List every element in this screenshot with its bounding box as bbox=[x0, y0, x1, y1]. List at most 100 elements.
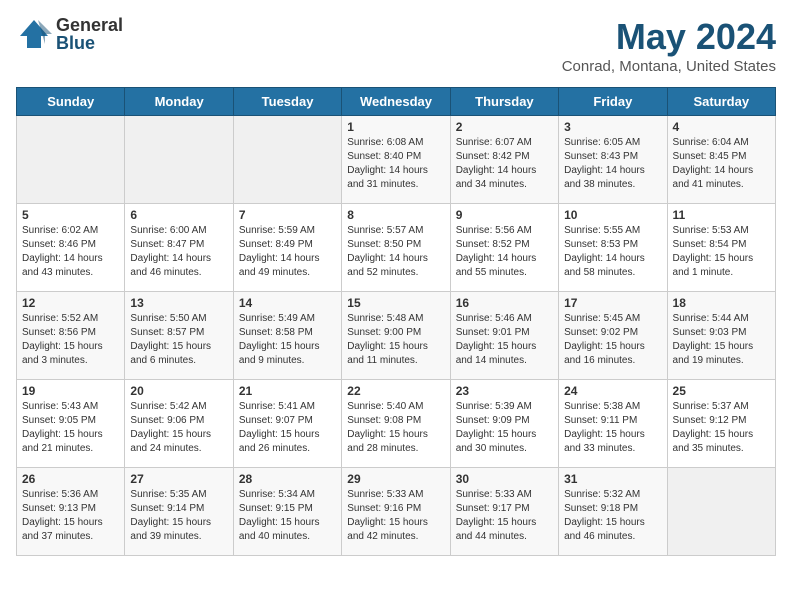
day-number: 6 bbox=[130, 208, 227, 222]
day-info: Sunrise: 6:08 AM Sunset: 8:40 PM Dayligh… bbox=[347, 136, 444, 192]
header-day-thursday: Thursday bbox=[450, 88, 558, 116]
header-day-friday: Friday bbox=[559, 88, 667, 116]
calendar-cell: 18 Sunrise: 5:44 AM Sunset: 9:03 PM Dayli… bbox=[667, 292, 775, 380]
day-info: Sunrise: 5:39 AM Sunset: 9:09 PM Dayligh… bbox=[456, 400, 553, 456]
day-number: 28 bbox=[239, 472, 336, 486]
calendar-cell: 15 Sunrise: 5:48 AM Sunset: 9:00 PM Dayli… bbox=[342, 292, 450, 380]
title-block: May 2024 Conrad, Montana, United States bbox=[562, 16, 776, 75]
day-info: Sunrise: 5:32 AM Sunset: 9:18 PM Dayligh… bbox=[564, 488, 661, 544]
calendar-cell: 9 Sunrise: 5:56 AM Sunset: 8:52 PM Daylig… bbox=[450, 204, 558, 292]
day-number: 5 bbox=[22, 208, 119, 222]
day-number: 15 bbox=[347, 296, 444, 310]
day-number: 23 bbox=[456, 384, 553, 398]
page-header: General Blue May 2024 Conrad, Montana, U… bbox=[16, 16, 776, 75]
logo-text: General Blue bbox=[56, 16, 123, 52]
calendar-header: SundayMondayTuesdayWednesdayThursdayFrid… bbox=[17, 88, 776, 116]
day-number: 25 bbox=[673, 384, 770, 398]
day-info: Sunrise: 5:42 AM Sunset: 9:06 PM Dayligh… bbox=[130, 400, 227, 456]
day-info: Sunrise: 5:59 AM Sunset: 8:49 PM Dayligh… bbox=[239, 224, 336, 280]
day-info: Sunrise: 5:43 AM Sunset: 9:05 PM Dayligh… bbox=[22, 400, 119, 456]
calendar-cell bbox=[17, 116, 125, 204]
week-row-1: 5Sunrise: 6:02 AM Sunset: 8:46 PM Daylig… bbox=[17, 204, 776, 292]
calendar-cell: 22 Sunrise: 5:40 AM Sunset: 9:08 PM Dayli… bbox=[342, 380, 450, 468]
day-info: Sunrise: 5:56 AM Sunset: 8:52 PM Dayligh… bbox=[456, 224, 553, 280]
day-info: Sunrise: 5:50 AM Sunset: 8:57 PM Dayligh… bbox=[130, 312, 227, 368]
day-number: 19 bbox=[22, 384, 119, 398]
calendar-cell: 25 Sunrise: 5:37 AM Sunset: 9:12 PM Dayli… bbox=[667, 380, 775, 468]
day-number: 9 bbox=[456, 208, 553, 222]
day-info: Sunrise: 6:04 AM Sunset: 8:45 PM Dayligh… bbox=[673, 136, 770, 192]
logo-icon bbox=[16, 16, 52, 52]
day-info: Sunrise: 5:55 AM Sunset: 8:53 PM Dayligh… bbox=[564, 224, 661, 280]
day-info: Sunrise: 6:00 AM Sunset: 8:47 PM Dayligh… bbox=[130, 224, 227, 280]
day-number: 1 bbox=[347, 120, 444, 134]
logo: General Blue bbox=[16, 16, 123, 52]
week-row-3: 19 Sunrise: 5:43 AM Sunset: 9:05 PM Dayli… bbox=[17, 380, 776, 468]
day-number: 12 bbox=[22, 296, 119, 310]
day-info: Sunrise: 5:34 AM Sunset: 9:15 PM Dayligh… bbox=[239, 488, 336, 544]
day-info: Sunrise: 5:48 AM Sunset: 9:00 PM Dayligh… bbox=[347, 312, 444, 368]
logo-general: General bbox=[56, 16, 123, 34]
header-row: SundayMondayTuesdayWednesdayThursdayFrid… bbox=[17, 88, 776, 116]
day-number: 13 bbox=[130, 296, 227, 310]
calendar-subtitle: Conrad, Montana, United States bbox=[562, 58, 776, 75]
header-day-wednesday: Wednesday bbox=[342, 88, 450, 116]
logo-blue: Blue bbox=[56, 34, 123, 52]
day-info: Sunrise: 6:05 AM Sunset: 8:43 PM Dayligh… bbox=[564, 136, 661, 192]
calendar-cell: 20 Sunrise: 5:42 AM Sunset: 9:06 PM Dayli… bbox=[125, 380, 233, 468]
day-number: 2 bbox=[456, 120, 553, 134]
day-number: 31 bbox=[564, 472, 661, 486]
day-info: Sunrise: 5:38 AM Sunset: 9:11 PM Dayligh… bbox=[564, 400, 661, 456]
calendar-cell: 12 Sunrise: 5:52 AM Sunset: 8:56 PM Dayli… bbox=[17, 292, 125, 380]
calendar-cell: 16Sunrise: 5:46 AM Sunset: 9:01 PM Dayli… bbox=[450, 292, 558, 380]
calendar-cell: 7 Sunrise: 5:59 AM Sunset: 8:49 PM Daylig… bbox=[233, 204, 341, 292]
calendar-cell: 11Sunrise: 5:53 AM Sunset: 8:54 PM Dayli… bbox=[667, 204, 775, 292]
calendar-body: 1 Sunrise: 6:08 AM Sunset: 8:40 PM Daylig… bbox=[17, 116, 776, 556]
week-row-4: 26 Sunrise: 5:36 AM Sunset: 9:13 PM Dayli… bbox=[17, 468, 776, 556]
day-number: 3 bbox=[564, 120, 661, 134]
calendar-cell: 14 Sunrise: 5:49 AM Sunset: 8:58 PM Dayli… bbox=[233, 292, 341, 380]
calendar-cell: 23 Sunrise: 5:39 AM Sunset: 9:09 PM Dayli… bbox=[450, 380, 558, 468]
calendar-cell: 2 Sunrise: 6:07 AM Sunset: 8:42 PM Daylig… bbox=[450, 116, 558, 204]
day-info: Sunrise: 5:35 AM Sunset: 9:14 PM Dayligh… bbox=[130, 488, 227, 544]
day-number: 14 bbox=[239, 296, 336, 310]
header-day-tuesday: Tuesday bbox=[233, 88, 341, 116]
calendar-cell: 6 Sunrise: 6:00 AM Sunset: 8:47 PM Daylig… bbox=[125, 204, 233, 292]
calendar-cell: 13 Sunrise: 5:50 AM Sunset: 8:57 PM Dayli… bbox=[125, 292, 233, 380]
calendar-cell: 1 Sunrise: 6:08 AM Sunset: 8:40 PM Daylig… bbox=[342, 116, 450, 204]
day-info: Sunrise: 5:49 AM Sunset: 8:58 PM Dayligh… bbox=[239, 312, 336, 368]
calendar-cell bbox=[125, 116, 233, 204]
day-info: Sunrise: 5:40 AM Sunset: 9:08 PM Dayligh… bbox=[347, 400, 444, 456]
day-number: 24 bbox=[564, 384, 661, 398]
day-number: 22 bbox=[347, 384, 444, 398]
header-day-sunday: Sunday bbox=[17, 88, 125, 116]
day-info: Sunrise: 5:52 AM Sunset: 8:56 PM Dayligh… bbox=[22, 312, 119, 368]
calendar-cell: 21Sunrise: 5:41 AM Sunset: 9:07 PM Dayli… bbox=[233, 380, 341, 468]
calendar-cell: 24 Sunrise: 5:38 AM Sunset: 9:11 PM Dayli… bbox=[559, 380, 667, 468]
day-number: 21 bbox=[239, 384, 336, 398]
day-info: Sunrise: 5:45 AM Sunset: 9:02 PM Dayligh… bbox=[564, 312, 661, 368]
day-info: Sunrise: 5:33 AM Sunset: 9:16 PM Dayligh… bbox=[347, 488, 444, 544]
day-number: 18 bbox=[673, 296, 770, 310]
day-info: Sunrise: 5:53 AM Sunset: 8:54 PM Dayligh… bbox=[673, 224, 770, 280]
day-number: 20 bbox=[130, 384, 227, 398]
day-info: Sunrise: 5:36 AM Sunset: 9:13 PM Dayligh… bbox=[22, 488, 119, 544]
day-number: 7 bbox=[239, 208, 336, 222]
day-info: Sunrise: 6:07 AM Sunset: 8:42 PM Dayligh… bbox=[456, 136, 553, 192]
day-number: 30 bbox=[456, 472, 553, 486]
day-info: Sunrise: 5:44 AM Sunset: 9:03 PM Dayligh… bbox=[673, 312, 770, 368]
day-number: 16 bbox=[456, 296, 553, 310]
calendar-cell: 3 Sunrise: 6:05 AM Sunset: 8:43 PM Daylig… bbox=[559, 116, 667, 204]
week-row-2: 12 Sunrise: 5:52 AM Sunset: 8:56 PM Dayli… bbox=[17, 292, 776, 380]
day-number: 8 bbox=[347, 208, 444, 222]
calendar-cell bbox=[667, 468, 775, 556]
calendar-table: SundayMondayTuesdayWednesdayThursdayFrid… bbox=[16, 87, 776, 556]
calendar-cell: 10Sunrise: 5:55 AM Sunset: 8:53 PM Dayli… bbox=[559, 204, 667, 292]
calendar-cell: 8 Sunrise: 5:57 AM Sunset: 8:50 PM Daylig… bbox=[342, 204, 450, 292]
day-info: Sunrise: 5:57 AM Sunset: 8:50 PM Dayligh… bbox=[347, 224, 444, 280]
calendar-cell: 5Sunrise: 6:02 AM Sunset: 8:46 PM Daylig… bbox=[17, 204, 125, 292]
day-number: 26 bbox=[22, 472, 119, 486]
day-info: Sunrise: 5:37 AM Sunset: 9:12 PM Dayligh… bbox=[673, 400, 770, 456]
day-number: 27 bbox=[130, 472, 227, 486]
header-day-monday: Monday bbox=[125, 88, 233, 116]
